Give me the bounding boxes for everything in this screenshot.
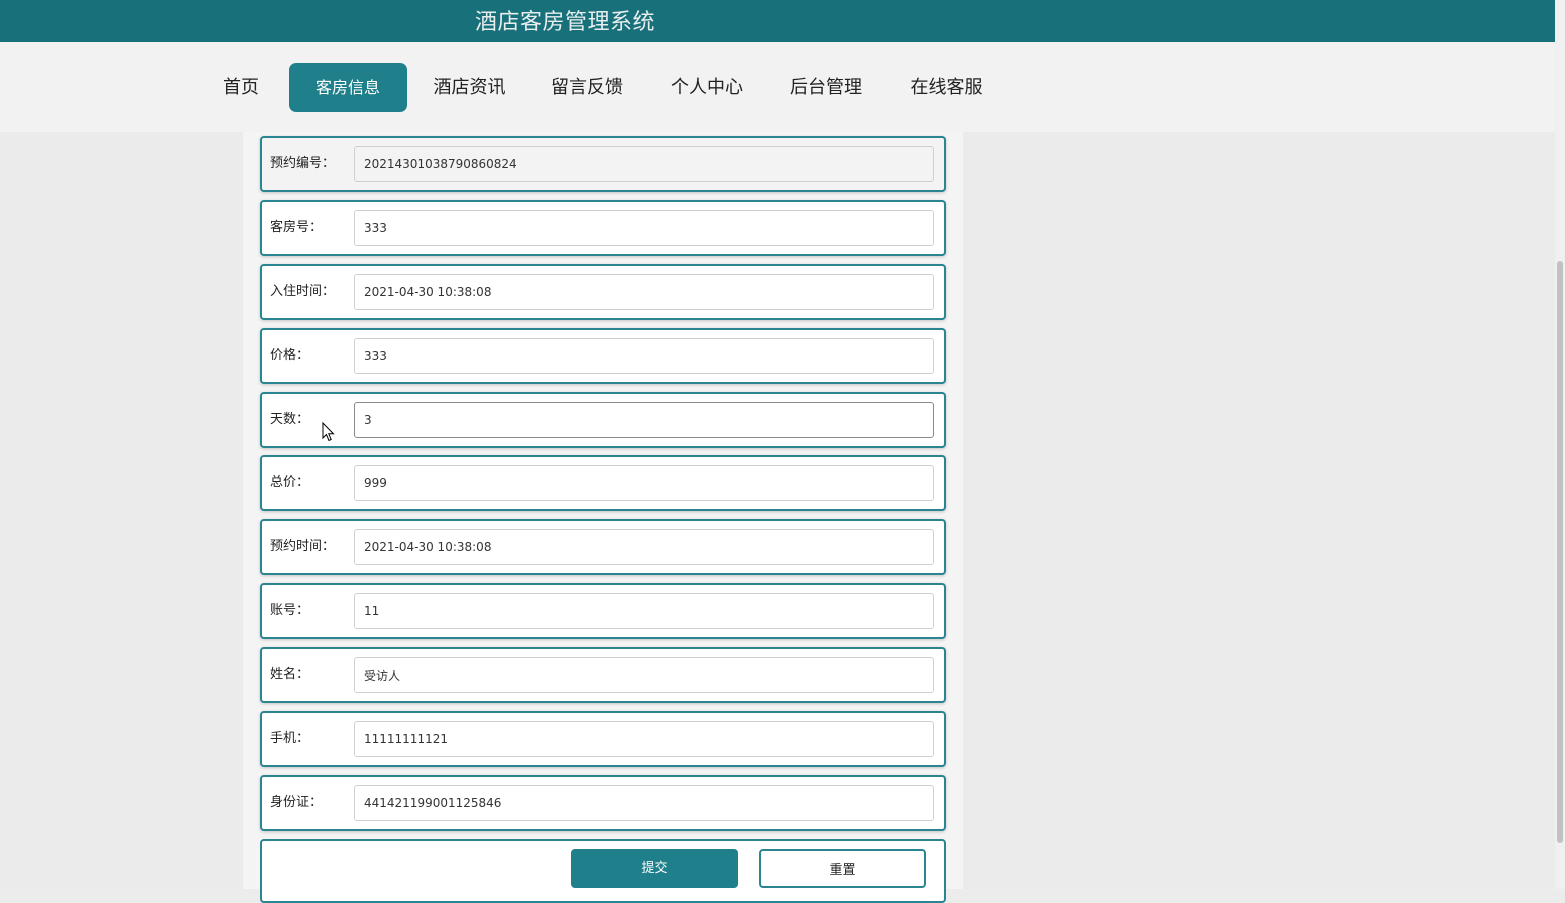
booking-time-field[interactable] <box>354 529 934 565</box>
main-nav: 首页 客房信息 酒店资讯 留言反馈 个人中心 后台管理 在线客服 <box>0 42 1555 132</box>
nav-item-profile[interactable]: 个人中心 <box>668 63 746 112</box>
name-field[interactable] <box>354 657 934 693</box>
site-title: 酒店客房管理系统 <box>475 10 656 35</box>
nav-item-rooms[interactable]: 客房信息 <box>289 63 407 112</box>
form-row-price: 价格： <box>260 328 946 384</box>
booking-no-field[interactable] <box>354 146 934 182</box>
total-price-label: 总价： <box>270 475 310 490</box>
reset-button[interactable]: 重置 <box>759 849 926 888</box>
form-row-booking-no: 预约编号： <box>260 136 946 192</box>
page-scrollbar[interactable] <box>1555 0 1565 889</box>
form-row-id-card: 身份证： <box>260 775 946 831</box>
form-row-name: 姓名： <box>260 647 946 703</box>
form-row-total-price: 总价： <box>260 455 946 511</box>
form-row-days: 天数： <box>260 392 946 448</box>
nav-item-news[interactable]: 酒店资讯 <box>431 63 508 112</box>
nav-item-admin[interactable]: 后台管理 <box>788 63 864 112</box>
top-header: 酒店客房管理系统 <box>0 0 1555 42</box>
form-row-phone: 手机： <box>260 711 946 767</box>
room-no-label: 客房号： <box>270 220 323 235</box>
days-field[interactable] <box>354 402 934 438</box>
nav-item-home[interactable]: 首页 <box>222 63 260 112</box>
form-actions: 提交 重置 <box>260 839 946 903</box>
total-price-field[interactable] <box>354 465 934 501</box>
form-row-account: 账号： <box>260 583 946 639</box>
name-label: 姓名： <box>270 667 310 682</box>
days-label: 天数： <box>270 412 310 427</box>
page-margin-right <box>963 132 1555 889</box>
form-row-booking-time: 预约时间： <box>260 519 946 575</box>
account-label: 账号： <box>270 603 310 618</box>
form-row-room-no: 客房号： <box>260 200 946 256</box>
checkin-time-label: 入住时间： <box>270 284 336 299</box>
nav-item-support[interactable]: 在线客服 <box>908 63 985 112</box>
room-no-field[interactable] <box>354 210 934 246</box>
scrollbar-thumb[interactable] <box>1557 261 1563 843</box>
page-margin-left <box>0 132 243 889</box>
booking-no-label: 预约编号： <box>270 156 336 171</box>
form-row-checkin-time: 入住时间： <box>260 264 946 320</box>
price-label: 价格： <box>270 348 310 363</box>
booking-time-label: 预约时间： <box>270 539 336 554</box>
account-field[interactable] <box>354 593 934 629</box>
id-card-field[interactable] <box>354 785 934 821</box>
price-field[interactable] <box>354 338 934 374</box>
phone-field[interactable] <box>354 721 934 757</box>
nav-item-feedback[interactable]: 留言反馈 <box>548 63 626 112</box>
id-card-label: 身份证： <box>270 795 323 810</box>
submit-button[interactable]: 提交 <box>571 849 738 888</box>
phone-label: 手机： <box>270 731 310 746</box>
checkin-time-field[interactable] <box>354 274 934 310</box>
